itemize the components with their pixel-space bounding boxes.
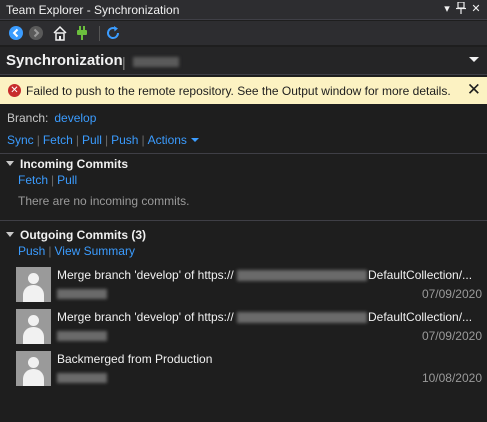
pipe-separator: | <box>104 133 109 147</box>
connect-icon[interactable] <box>74 25 90 41</box>
dismiss-error-button[interactable]: ✕ <box>467 81 481 99</box>
outgoing-links: Push | View Summary <box>18 244 135 258</box>
collapse-triangle-icon <box>6 232 14 237</box>
actions-menu-link[interactable]: Actions <box>148 133 199 147</box>
back-icon[interactable] <box>8 25 24 41</box>
view-summary-link[interactable]: View Summary <box>54 244 134 258</box>
chevron-down-icon[interactable] <box>469 57 479 62</box>
branch-info: Branch: develop <box>7 111 96 125</box>
branch-label: Branch: <box>7 111 49 125</box>
pin-icon[interactable] <box>454 1 468 17</box>
pipe-separator: | <box>141 133 145 147</box>
outgoing-commits-title: Outgoing Commits (3) <box>20 228 146 242</box>
toolbar <box>0 21 487 46</box>
chevron-down-icon <box>190 138 199 142</box>
home-icon[interactable] <box>52 25 68 41</box>
commit-message: Merge branch 'develop' of https:// <box>57 268 234 282</box>
pipe-separator: | <box>51 173 55 187</box>
redacted-author <box>57 331 107 341</box>
page-header: Synchronization | <box>0 47 487 75</box>
commit-message-tail: DefaultCollection/... <box>368 310 473 324</box>
close-icon[interactable]: ✕ <box>469 2 483 17</box>
divider <box>0 153 487 154</box>
branch-link[interactable]: develop <box>54 111 96 125</box>
divider <box>0 220 487 221</box>
commit-message: Merge branch 'develop' of https:// <box>57 310 234 324</box>
redacted-repo-name <box>133 57 179 67</box>
header-separator: | <box>122 54 126 70</box>
dropdown-icon[interactable]: ▾ <box>440 2 454 17</box>
pull-link[interactable]: Pull <box>82 133 102 147</box>
avatar <box>16 309 51 344</box>
pipe-separator: | <box>75 133 79 147</box>
pipe-separator: | <box>48 244 52 258</box>
error-message: Failed to push to the remote repository.… <box>26 84 451 98</box>
commit-date: 10/08/2020 <box>421 371 482 385</box>
redacted-author <box>57 289 107 299</box>
push-link[interactable]: Push <box>111 133 138 147</box>
refresh-icon[interactable] <box>105 25 121 41</box>
incoming-fetch-link[interactable]: Fetch <box>18 173 48 187</box>
commit-message: Backmerged from Production <box>57 352 213 366</box>
collapse-triangle-icon <box>6 161 14 166</box>
page-title: Synchronization <box>6 52 123 69</box>
incoming-commits-title: Incoming Commits <box>20 157 129 171</box>
redacted-author <box>57 373 107 383</box>
sync-actions: Sync | Fetch | Pull | Push | Actions <box>7 133 199 147</box>
no-incoming-message: There are no incoming commits. <box>18 194 190 208</box>
redacted-url <box>237 312 367 323</box>
commit-date: 07/09/2020 <box>421 287 482 301</box>
outgoing-commits-header[interactable]: Outgoing Commits (3) <box>6 228 146 242</box>
incoming-links: Fetch | Pull <box>18 173 77 187</box>
forward-icon[interactable] <box>28 25 44 41</box>
outgoing-push-link[interactable]: Push <box>18 244 45 258</box>
error-icon: ✕ <box>8 84 21 97</box>
avatar <box>16 267 51 302</box>
error-banner: ✕ Failed to push to the remote repositor… <box>0 77 487 104</box>
commit-item[interactable]: Backmerged from Production 10/08/2020 <box>16 351 482 389</box>
commit-item[interactable]: Merge branch 'develop' of https:// Defau… <box>16 267 482 305</box>
commit-date: 07/09/2020 <box>421 329 482 343</box>
fetch-link[interactable]: Fetch <box>43 133 73 147</box>
window-title: Team Explorer - Synchronization <box>6 3 180 17</box>
pipe-separator: | <box>36 133 40 147</box>
incoming-pull-link[interactable]: Pull <box>57 173 77 187</box>
commit-message-tail: DefaultCollection/... <box>368 268 473 282</box>
avatar <box>16 351 51 386</box>
title-bar: Team Explorer - Synchronization ▾ ✕ <box>0 0 487 20</box>
incoming-commits-header[interactable]: Incoming Commits <box>6 157 128 171</box>
commit-item[interactable]: Merge branch 'develop' of https:// Defau… <box>16 309 482 347</box>
toolbar-separator <box>99 26 100 41</box>
actions-menu-label: Actions <box>147 133 187 147</box>
sync-link[interactable]: Sync <box>7 133 34 147</box>
redacted-url <box>237 270 367 281</box>
